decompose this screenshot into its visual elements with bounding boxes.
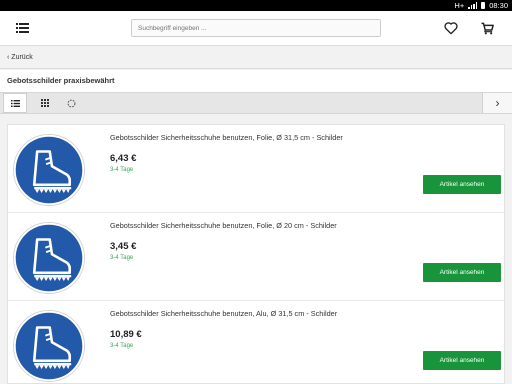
product-price: 10,89 €: [110, 329, 142, 340]
delivery-time: 3-4 Tage: [110, 255, 134, 261]
product-name[interactable]: Gebotsschilder Sicherheitsschuhe benutze…: [110, 133, 343, 142]
menu-icon[interactable]: [16, 23, 29, 34]
product-item[interactable]: Gebotsschilder Sicherheitsschuhe benutze…: [8, 213, 504, 301]
list-view-button[interactable]: [3, 93, 27, 113]
cart-icon[interactable]: [479, 20, 496, 36]
list-view-icon: [10, 99, 20, 107]
view-toolbar: ›: [0, 92, 512, 114]
product-item[interactable]: Gebotsschilder Sicherheitsschuhe benutze…: [8, 301, 504, 384]
page-title: Gebotsschilder praxisbewährt: [0, 70, 512, 92]
refresh-button[interactable]: [59, 93, 83, 113]
signal-icon: [468, 2, 478, 9]
delivery-time: 3-4 Tage: [110, 343, 134, 349]
product-price: 3,45 €: [110, 241, 137, 252]
view-article-button[interactable]: Artikel ansehen: [423, 263, 501, 282]
safety-boot-sign-image: [13, 310, 85, 382]
chevron-right-icon: ›: [495, 96, 500, 110]
view-article-button[interactable]: Artikel ansehen: [423, 175, 501, 194]
chevron-left-icon: ‹: [7, 54, 10, 61]
view-article-button[interactable]: Artikel ansehen: [423, 351, 501, 370]
next-button[interactable]: ›: [482, 93, 512, 113]
product-name[interactable]: Gebotsschilder Sicherheitsschuhe benutze…: [110, 221, 337, 230]
grid-view-button[interactable]: [33, 93, 57, 113]
app-header: [0, 11, 512, 46]
product-item[interactable]: Gebotsschilder Sicherheitsschuhe benutze…: [8, 125, 504, 213]
network-type: H+: [454, 1, 465, 10]
safety-boot-sign-image: [13, 222, 85, 294]
delivery-time: 3-4 Tage: [110, 167, 134, 173]
safety-boot-sign-image: [13, 134, 85, 206]
wishlist-heart-icon[interactable]: [443, 20, 459, 36]
product-name[interactable]: Gebotsschilder Sicherheitsschuhe benutze…: [110, 309, 337, 318]
back-label: Zurück: [11, 54, 33, 61]
clock: 08:30: [489, 1, 508, 10]
search-input[interactable]: [131, 19, 381, 37]
loading-spinner-icon: [67, 99, 75, 107]
product-list: Gebotsschilder Sicherheitsschuhe benutze…: [7, 124, 505, 384]
back-link[interactable]: ‹ Zurück: [0, 47, 512, 69]
status-bar: H+ 08:30: [0, 0, 512, 11]
battery-icon: [481, 2, 486, 9]
product-price: 6,43 €: [110, 153, 137, 164]
grid-view-icon: [41, 99, 49, 107]
